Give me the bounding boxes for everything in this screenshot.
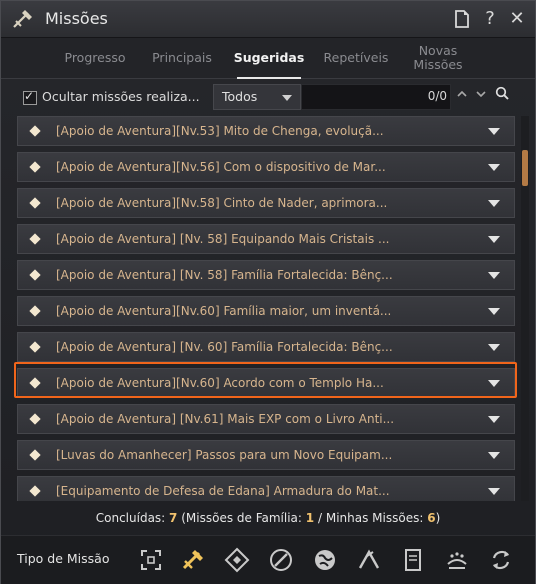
expand-chevron-icon[interactable] — [488, 128, 500, 135]
quest-row[interactable]: [Luvas do Amanhecer] Passos para um Novo… — [17, 440, 515, 470]
diamond-bullet-icon — [29, 341, 41, 353]
world-icon[interactable] — [311, 546, 339, 574]
next-result-button[interactable] — [472, 86, 490, 106]
chevron-up-icon — [457, 90, 467, 97]
family-count: 1 — [305, 511, 315, 525]
combat-icon[interactable] — [267, 546, 295, 574]
filter-row: Ocultar missões realiza... Todos 0/0 — [9, 83, 527, 111]
search-icon — [495, 86, 509, 100]
quest-scroll-icon — [13, 10, 32, 28]
scrollbar[interactable] — [521, 116, 529, 501]
quest-row[interactable]: [Apoio de Aventura][Nv.60] Acordo com o … — [17, 368, 515, 398]
diamond-bullet-icon — [29, 233, 41, 245]
expand-chevron-icon[interactable] — [488, 272, 500, 279]
notes-button[interactable] — [451, 8, 473, 30]
tab-novas-missoes[interactable]: Novas Missões — [405, 38, 471, 78]
family-label: (Missões de Família: — [181, 511, 302, 525]
expand-chevron-icon[interactable] — [488, 452, 500, 459]
quest-row[interactable]: [Apoio de Aventura] [Nv. 58] Equipando M… — [17, 224, 515, 254]
gathering-icon[interactable] — [355, 546, 383, 574]
prev-result-button[interactable] — [453, 86, 471, 106]
book-icon[interactable] — [399, 546, 427, 574]
adventure-support-icon[interactable] — [179, 546, 207, 574]
quest-window: Missões ? ✕ Progresso Principais Sugerid… — [0, 0, 536, 584]
tab-principais[interactable]: Principais — [145, 38, 219, 78]
result-counter: 0/0 — [427, 89, 447, 103]
quest-row[interactable]: [Equipamento de Defesa de Edana] Armadur… — [17, 476, 515, 501]
trade-icon[interactable] — [443, 546, 471, 574]
quest-row[interactable]: [Apoio de Aventura] [Nv.61] Mais EXP com… — [17, 404, 515, 434]
tab-sugeridas[interactable]: Sugeridas — [231, 38, 307, 79]
expand-chevron-icon[interactable] — [488, 236, 500, 243]
diamond-bullet-icon — [29, 125, 41, 137]
quest-summary: Concluídas: 7 (Missões de Família: 1 / M… — [1, 511, 535, 525]
scroll-thumb[interactable] — [522, 150, 528, 186]
diamond-bullet-icon — [29, 413, 41, 425]
quest-row[interactable]: [Apoio de Aventura] [Nv. 60] Família For… — [17, 332, 515, 362]
diamond-bullet-icon — [29, 161, 41, 173]
completed-label: Concluídas: — [95, 511, 166, 525]
window-title: Missões — [45, 9, 108, 28]
expand-chevron-icon[interactable] — [488, 416, 500, 423]
quest-title: [Apoio de Aventura] [Nv.61] Mais EXP com… — [56, 412, 395, 426]
quest-row[interactable]: [Apoio de Aventura] [Nv. 58] Família For… — [17, 260, 515, 290]
quest-title: [Apoio de Aventura] [Nv. 60] Família For… — [56, 340, 393, 354]
mine-label: / Minhas Missões: — [317, 511, 424, 525]
quest-title: [Equipamento de Defesa de Edana] Armadur… — [56, 484, 390, 498]
hide-completed-checkbox[interactable] — [23, 89, 37, 105]
quest-title: [Apoio de Aventura][Nv.58] Cinto de Nade… — [56, 196, 388, 210]
expand-chevron-icon[interactable] — [488, 308, 500, 315]
completed-count: 7 — [169, 511, 178, 525]
quest-title: [Apoio de Aventura][Nv.60] Acordo com o … — [56, 376, 384, 390]
help-button[interactable]: ? — [479, 8, 501, 30]
quest-title: [Apoio de Aventura][Nv.53] Mito de Cheng… — [56, 124, 384, 138]
tab-repetiveis[interactable]: Repetíveis — [317, 38, 395, 78]
quest-title: [Luvas do Amanhecer] Passos para um Novo… — [56, 448, 393, 462]
quest-title: [Apoio de Aventura][Nv.56] Com o disposi… — [56, 160, 386, 174]
quest-type-bar: Tipo de Missão — [1, 535, 535, 584]
tab-bar: Progresso Principais Sugeridas Repetívei… — [1, 38, 535, 79]
expand-chevron-icon[interactable] — [488, 488, 500, 495]
quest-title: [Apoio de Aventura] [Nv. 58] Equipando M… — [56, 232, 390, 246]
diamond-bullet-icon — [29, 485, 41, 497]
quest-filter-dropdown[interactable]: Todos — [213, 84, 301, 110]
quest-title: [Apoio de Aventura][Nv.60] Família maior… — [56, 304, 392, 318]
repeat-icon[interactable] — [487, 546, 515, 574]
expand-chevron-icon[interactable] — [488, 200, 500, 207]
expand-chevron-icon[interactable] — [488, 380, 500, 387]
quest-row[interactable]: [Apoio de Aventura][Nv.60] Família maior… — [17, 296, 515, 326]
quest-title: [Apoio de Aventura] [Nv. 58] Família For… — [56, 268, 393, 282]
quest-type-label: Tipo de Missão — [17, 551, 110, 566]
diamond-bullet-icon — [29, 377, 41, 389]
quest-row[interactable]: [Apoio de Aventura][Nv.53] Mito de Cheng… — [17, 116, 515, 146]
dropdown-value: Todos — [222, 89, 258, 104]
diamond-bullet-icon — [29, 197, 41, 209]
quest-list: [Apoio de Aventura][Nv.53] Mito de Cheng… — [17, 116, 515, 501]
document-icon — [455, 10, 469, 28]
all-types-icon[interactable] — [137, 546, 165, 574]
hide-completed-label[interactable]: Ocultar missões realiza... — [42, 89, 200, 104]
chevron-down-icon — [476, 91, 486, 98]
quest-row[interactable]: [Apoio de Aventura][Nv.58] Cinto de Nade… — [17, 188, 515, 218]
diamond-bullet-icon — [29, 449, 41, 461]
expand-chevron-icon[interactable] — [488, 344, 500, 351]
tab-progresso[interactable]: Progresso — [55, 38, 135, 78]
search-button[interactable] — [493, 86, 511, 106]
diamond-bullet-icon — [29, 305, 41, 317]
main-quest-icon[interactable] — [223, 546, 251, 574]
mine-count: 6 — [427, 511, 436, 525]
chevron-down-icon — [282, 95, 292, 101]
diamond-bullet-icon — [29, 269, 41, 281]
title-bar[interactable]: Missões ? ✕ — [1, 1, 535, 38]
expand-chevron-icon[interactable] — [488, 164, 500, 171]
quest-row[interactable]: [Apoio de Aventura][Nv.56] Com o disposi… — [17, 152, 515, 182]
close-button[interactable]: ✕ — [506, 8, 528, 30]
summary-close-paren: ) — [435, 511, 441, 525]
